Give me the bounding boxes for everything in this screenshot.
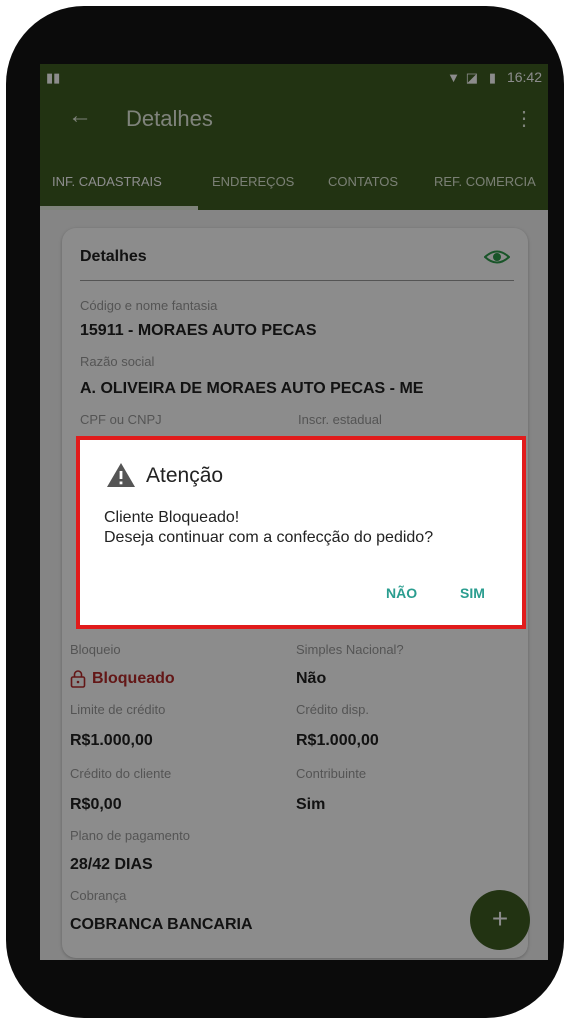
no-button[interactable]: NÃO [386, 585, 417, 601]
warning-icon [107, 463, 135, 487]
dialog-title: Atenção [146, 464, 224, 487]
app-screen: ▮▮ ▼ ◪ ▮ 16:42 ← Detalhes ⋮ INF. CADASTR… [40, 64, 548, 960]
alert-dialog: Atenção Cliente Bloqueado! Deseja contin… [76, 436, 526, 629]
yes-button[interactable]: SIM [460, 585, 485, 601]
dialog-message-line2: Deseja continuar com a confecção do pedi… [104, 529, 434, 546]
phone-frame: ▮▮ ▼ ◪ ▮ 16:42 ← Detalhes ⋮ INF. CADASTR… [6, 6, 564, 1018]
dialog-message: Cliente Bloqueado! Deseja continuar com … [104, 508, 433, 548]
dialog-message-line1: Cliente Bloqueado! [104, 509, 240, 526]
